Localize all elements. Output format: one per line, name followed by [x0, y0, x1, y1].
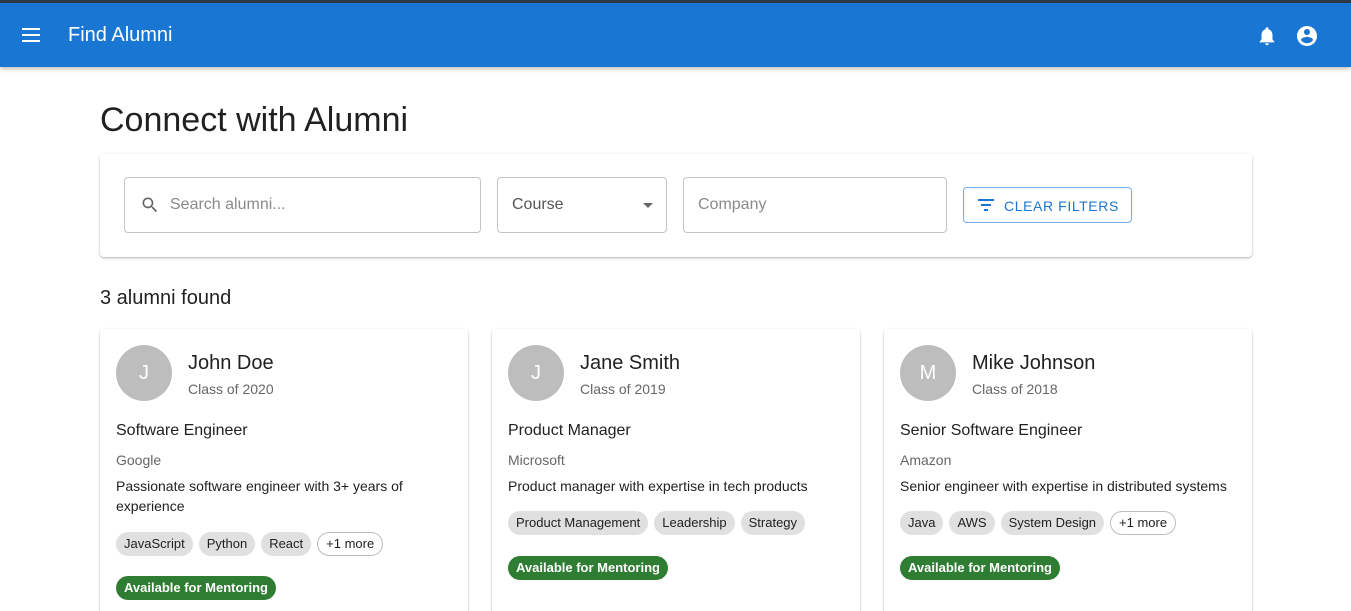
skill-chip[interactable]: AWS [949, 511, 995, 535]
course-select[interactable]: Course [497, 177, 667, 233]
skills-list: Product Management Leadership Strategy [508, 511, 806, 535]
skill-chip[interactable]: React [261, 532, 312, 556]
menu-icon[interactable] [22, 27, 42, 43]
skill-chip[interactable]: JavaScript [116, 532, 193, 556]
company-name: Google [116, 452, 162, 468]
filter-icon [978, 199, 994, 211]
account-circle-icon[interactable] [1295, 24, 1319, 48]
skill-chip[interactable]: Strategy [740, 511, 806, 535]
course-select-label: Course [512, 196, 564, 213]
company-input[interactable] [698, 178, 938, 232]
bell-icon[interactable] [1256, 25, 1278, 47]
mentoring-badge: Available for Mentoring [900, 556, 1060, 580]
avatar: J [508, 345, 564, 401]
search-icon [142, 197, 158, 213]
clear-filters-button[interactable]: CLEAR FILTERS [963, 187, 1132, 223]
dropdown-icon [643, 203, 653, 208]
avatar: M [900, 345, 956, 401]
alumni-card[interactable]: J Jane Smith Class of 2019 Product Manag… [492, 329, 860, 611]
alumni-name: John Doe [188, 352, 274, 374]
search-input[interactable] [170, 178, 470, 232]
skills-list: Java AWS System Design +1 more [900, 511, 1177, 535]
job-title: Software Engineer [116, 422, 248, 439]
search-field[interactable] [124, 177, 481, 233]
results-count: 3 alumni found [100, 287, 232, 309]
skills-list: JavaScript Python React +1 more [116, 532, 384, 556]
skill-chip[interactable]: Python [198, 532, 256, 556]
alumni-card[interactable]: M Mike Johnson Class of 2018 Senior Soft… [884, 329, 1252, 611]
class-year: Class of 2019 [580, 381, 666, 397]
job-title: Product Manager [508, 422, 631, 439]
clear-filters-label: CLEAR FILTERS [1004, 198, 1119, 214]
app-title: Find Alumni [68, 24, 173, 46]
more-skills-chip[interactable]: +1 more [317, 532, 384, 556]
more-skills-chip[interactable]: +1 more [1110, 511, 1177, 535]
company-field[interactable] [683, 177, 947, 233]
filter-panel: Course CLEAR FILTERS [100, 154, 1252, 257]
mentoring-badge: Available for Mentoring [508, 556, 668, 580]
class-year: Class of 2020 [188, 381, 274, 397]
alumni-name: Jane Smith [580, 352, 681, 374]
bio: Passionate software engineer with 3+ yea… [116, 478, 403, 514]
bio: Product manager with expertise in tech p… [508, 478, 808, 494]
app-bar: Find Alumni [0, 3, 1351, 67]
company-name: Microsoft [508, 452, 565, 468]
bio: Senior engineer with expertise in distri… [900, 478, 1227, 494]
alumni-card[interactable]: J John Doe Class of 2020 Software Engine… [100, 329, 468, 611]
avatar: J [116, 345, 172, 401]
mentoring-badge: Available for Mentoring [116, 576, 276, 600]
class-year: Class of 2018 [972, 381, 1058, 397]
skill-chip[interactable]: Java [900, 511, 944, 535]
company-name: Amazon [900, 452, 952, 468]
job-title: Senior Software Engineer [900, 422, 1083, 439]
skill-chip[interactable]: Product Management [508, 511, 649, 535]
page-title: Connect with Alumni [100, 101, 409, 139]
skill-chip[interactable]: Leadership [654, 511, 735, 535]
alumni-name: Mike Johnson [972, 352, 1096, 374]
skill-chip[interactable]: System Design [1000, 511, 1105, 535]
